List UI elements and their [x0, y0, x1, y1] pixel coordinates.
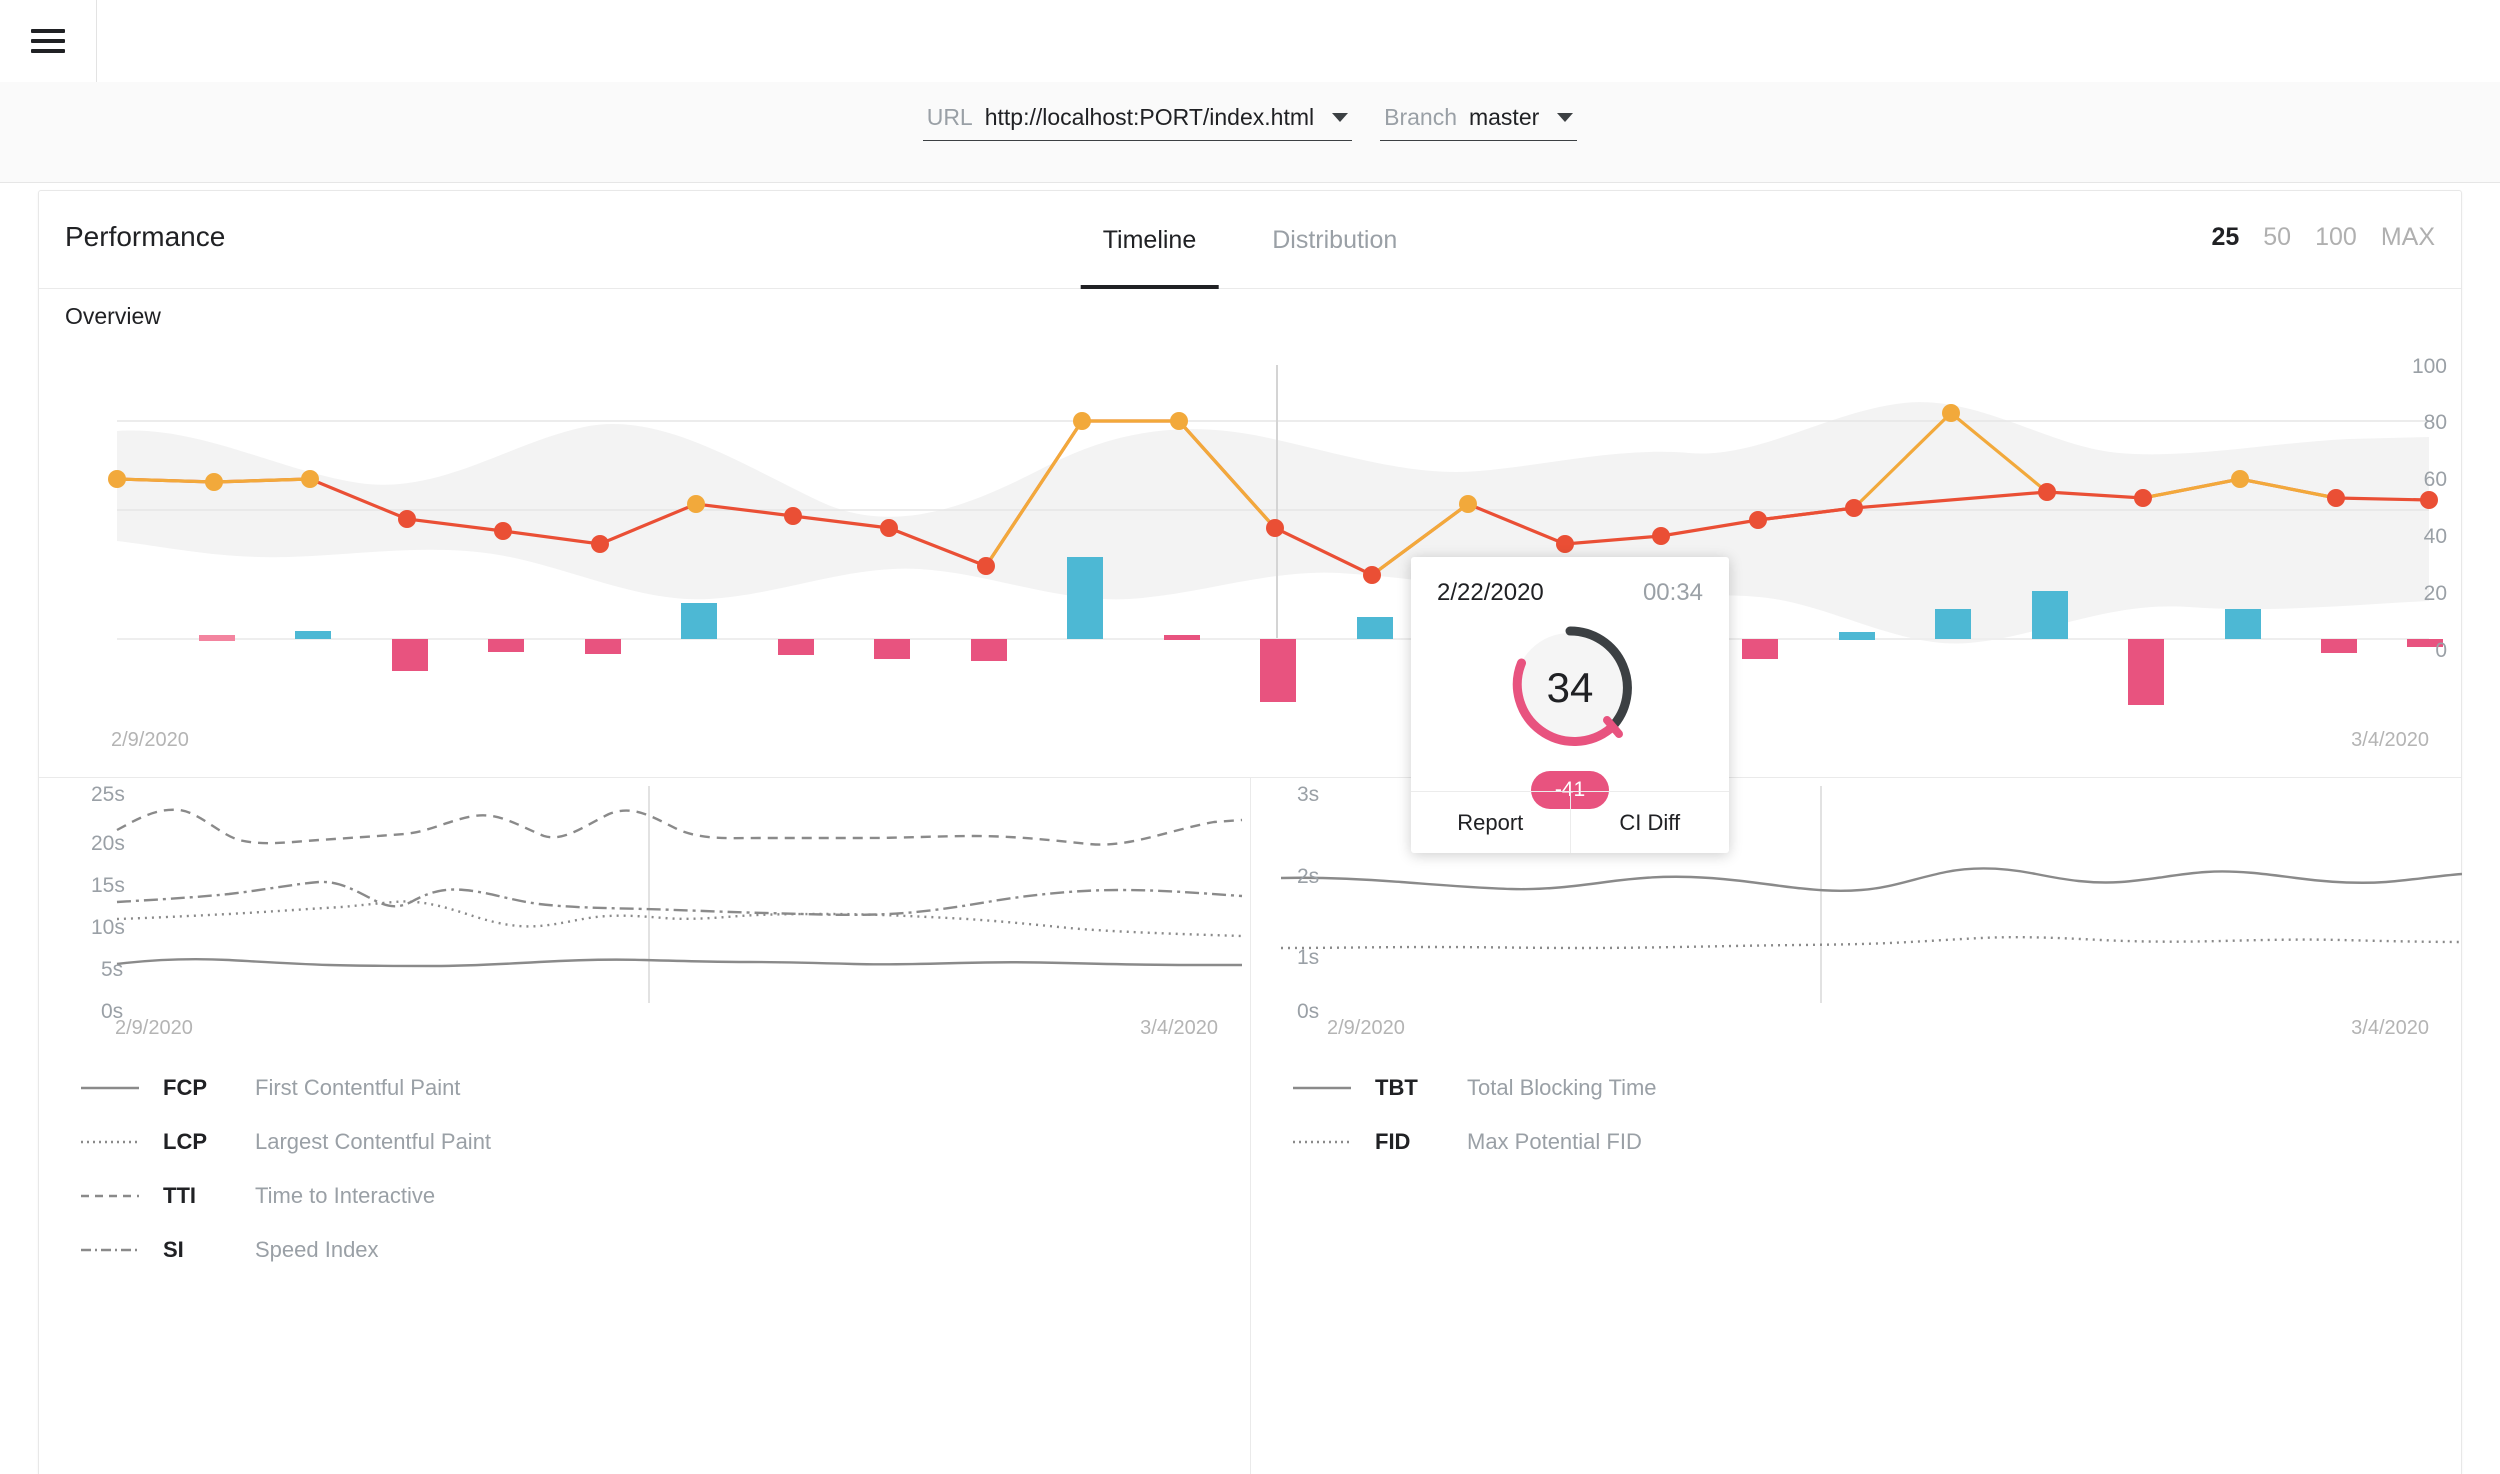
legend-name-tbt: Total Blocking Time — [1467, 1075, 1657, 1100]
legend-name-si: Speed Index — [255, 1237, 379, 1262]
y-tick-0: 0 — [2435, 639, 2447, 662]
url-value: http://localhost:PORT/index.html — [984, 104, 1315, 130]
ci-diff-button[interactable]: CI Diff — [1569, 792, 1730, 853]
overview-y-axis: 100 80 60 40 20 0 — [2387, 355, 2447, 675]
lcp-line — [116, 900, 1243, 938]
legend-item-fcp[interactable]: FCP First Contentful Paint — [81, 1061, 1181, 1115]
legend-item-fid[interactable]: FID Max Potential FID — [1293, 1115, 2393, 1169]
url-selector[interactable]: URL http://localhost:PORT/index.html — [922, 104, 1353, 141]
page-title: Performance — [65, 221, 226, 252]
legend-abbr-lcp: LCP — [163, 1129, 207, 1154]
branch-selector[interactable]: Branch master — [1380, 104, 1578, 141]
legend-name-lcp: Largest Contentful Paint — [255, 1129, 492, 1154]
sc1-y-tick-25s: 25s — [91, 783, 125, 806]
tooltip-actions: Report CI Diff — [1411, 791, 1729, 853]
sc1-y-tick-5s: 5s — [101, 958, 124, 981]
legend-abbr-tbt: TBT — [1375, 1075, 1418, 1100]
loading-metrics-legend: FCP First Contentful Paint LCP Largest C… — [81, 1061, 1181, 1277]
y-tick-80: 80 — [2423, 411, 2447, 434]
tti-line-swatch — [81, 1194, 139, 1198]
menu-button[interactable] — [0, 0, 96, 82]
chevron-down-icon — [1557, 113, 1574, 122]
app-bar — [0, 0, 2500, 82]
branch-label: Branch — [1384, 104, 1457, 130]
fcp-line-swatch — [81, 1086, 139, 1090]
legend-abbr-fid: FID — [1375, 1129, 1411, 1154]
legend-name-fid: Max Potential FID — [1467, 1129, 1642, 1154]
sc1-y-tick-20s: 20s — [91, 832, 125, 855]
y-tick-100: 100 — [2411, 355, 2447, 378]
metric-subcharts: 25s 20s 15s 10s 5s 0s 2/9/2020 3/4/2020 … — [39, 778, 2462, 1474]
overview-date-end: 3/4/2020 — [2351, 729, 2429, 751]
legend-abbr-fcp: FCP — [163, 1075, 207, 1100]
performance-card: Performance Timeline Distribution 25 50 … — [38, 190, 2462, 1474]
tab-bar: Timeline Distribution — [1065, 191, 1436, 289]
y-tick-20: 20 — [2423, 582, 2447, 605]
sc2-y-tick-2s: 2s — [1297, 865, 1320, 888]
tooltip-time: 00:34 — [1642, 579, 1703, 606]
overview-chart[interactable] — [39, 351, 2461, 737]
y-tick-60: 60 — [2423, 468, 2447, 491]
sc2-y-tick-0s: 0s — [1297, 1000, 1320, 1023]
legend-item-tbt[interactable]: TBT Total Blocking Time — [1293, 1061, 2393, 1115]
tooltip-date: 2/22/2020 — [1437, 579, 1544, 606]
fcp-line — [116, 958, 1242, 968]
interactivity-metrics-legend: TBT Total Blocking Time FID Max Potentia… — [1293, 1061, 2393, 1169]
tbt-line-swatch — [1293, 1086, 1351, 1090]
range-50[interactable]: 50 — [2263, 223, 2291, 252]
sc2-date-end: 3/4/2020 — [2351, 1017, 2429, 1039]
legend-name-fcp: First Contentful Paint — [255, 1075, 461, 1100]
sc2-date-start: 2/9/2020 — [1327, 1017, 1405, 1039]
selector-row: URL http://localhost:PORT/index.html Bra… — [922, 82, 1578, 141]
sc1-y-tick-10s: 10s — [91, 916, 125, 939]
legend-item-lcp[interactable]: LCP Largest Contentful Paint — [81, 1115, 1181, 1169]
sc2-y-tick-1s: 1s — [1297, 946, 1320, 969]
data-point-tooltip[interactable]: 2/22/2020 00:34 34 -41 Report CI Diff — [1411, 557, 1729, 853]
legend-abbr-si: SI — [163, 1237, 184, 1262]
sc1-y-tick-15s: 15s — [91, 874, 125, 897]
sc1-date-start: 2/9/2020 — [115, 1017, 193, 1039]
fid-line-swatch — [1293, 1140, 1351, 1144]
lcp-line-swatch — [81, 1140, 139, 1144]
overview-chart-svg — [108, 365, 2443, 705]
tti-line — [116, 808, 1243, 846]
branch-value: master — [1468, 104, 1540, 130]
legend-item-si[interactable]: SI Speed Index — [81, 1223, 1181, 1277]
score-gauge: 34 — [1503, 621, 1637, 755]
chevron-down-icon — [1332, 113, 1349, 122]
loading-metrics-chart[interactable]: 25s 20s 15s 10s 5s 0s 2/9/2020 3/4/2020 … — [39, 778, 1250, 1474]
score-value: 34 — [1546, 664, 1594, 711]
si-line-swatch — [81, 1248, 139, 1252]
legend-name-tti: Time to Interactive — [255, 1183, 436, 1208]
selector-strip: URL http://localhost:PORT/index.html Bra… — [0, 82, 2500, 183]
fid-line — [1280, 935, 2462, 950]
range-selector: 25 50 100 MAX — [2211, 223, 2435, 252]
range-25[interactable]: 25 — [2211, 223, 2239, 252]
range-100[interactable]: 100 — [2315, 223, 2357, 252]
tbt-line — [1280, 867, 2462, 892]
url-label: URL — [926, 104, 973, 130]
tab-distribution[interactable]: Distribution — [1234, 191, 1435, 289]
tab-timeline[interactable]: Timeline — [1065, 191, 1235, 289]
range-max[interactable]: MAX — [2381, 223, 2435, 252]
overview-label: Overview — [65, 303, 161, 329]
sc2-y-tick-3s: 3s — [1297, 783, 1320, 806]
interactivity-metrics-chart[interactable]: 3s 2s 1s 0s 2/9/2020 3/4/2020 TBT Total … — [1250, 778, 2462, 1474]
y-tick-40: 40 — [2423, 525, 2447, 548]
sc1-date-end: 3/4/2020 — [1140, 1017, 1218, 1039]
overview-date-start: 2/9/2020 — [111, 729, 189, 751]
report-button[interactable]: Report — [1411, 792, 1570, 853]
hamburger-menu-icon — [31, 29, 65, 53]
legend-abbr-tti: TTI — [163, 1183, 196, 1208]
tooltip-header: 2/22/2020 00:34 — [1411, 557, 1729, 607]
appbar-divider — [96, 0, 97, 82]
loading-metrics-svg — [116, 786, 1243, 1003]
card-header: Performance Timeline Distribution 25 50 … — [39, 191, 2461, 289]
legend-item-tti[interactable]: TTI Time to Interactive — [81, 1169, 1181, 1223]
